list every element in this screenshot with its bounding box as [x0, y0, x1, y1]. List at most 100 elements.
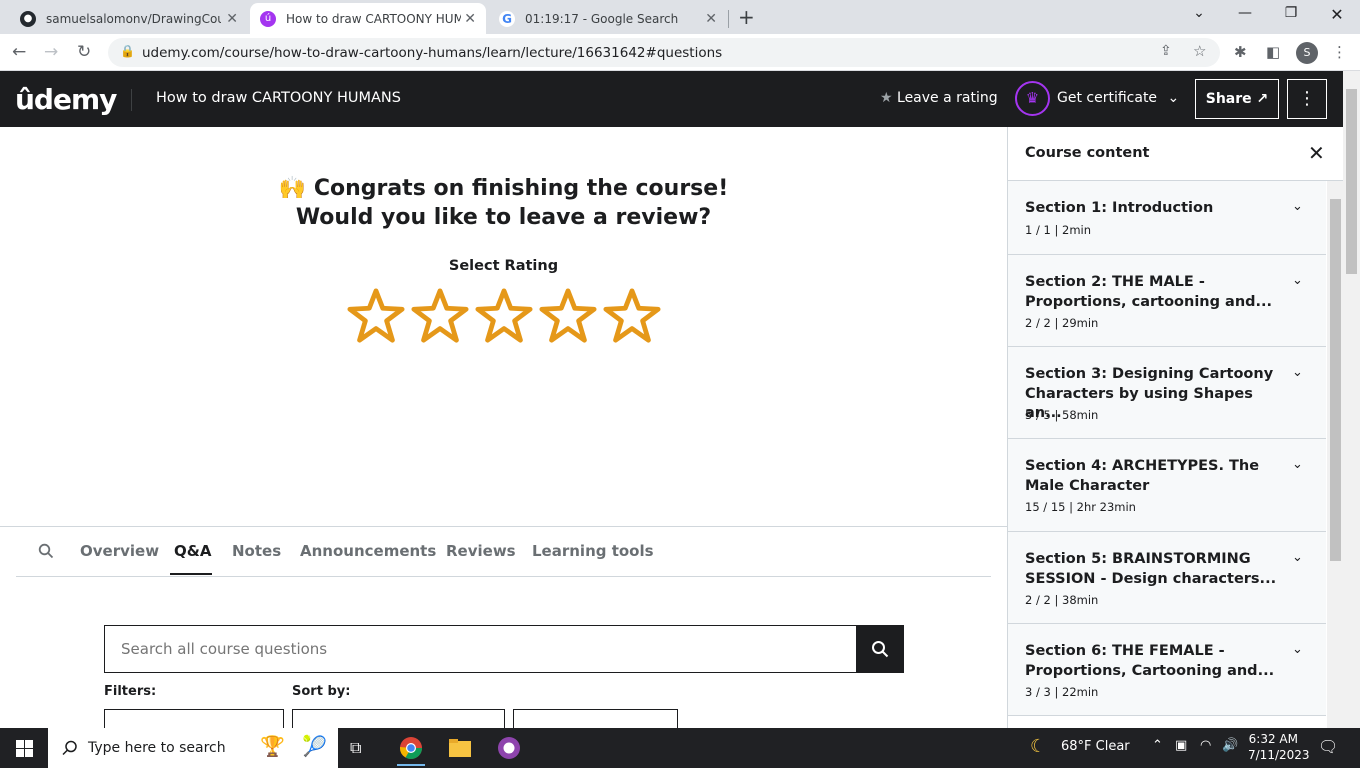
close-window-icon[interactable]: ✕	[1322, 5, 1352, 25]
page-scrollbar[interactable]	[1343, 71, 1360, 728]
browser-toolbar: ← → ↻ 🔒 udemy.com/course/how-to-draw-car…	[0, 34, 1360, 71]
course-title[interactable]: How to draw CARTOONY HUMANS	[156, 90, 401, 106]
qa-search-button[interactable]	[856, 625, 904, 673]
select-rating-label: Select Rating	[448, 258, 559, 274]
reload-icon[interactable]: ↻	[77, 42, 91, 62]
tab-overview[interactable]: Overview	[80, 542, 159, 560]
tab-reviews[interactable]: Reviews	[446, 542, 516, 560]
share-button[interactable]: Share ↗	[1195, 79, 1279, 119]
minimize-window-icon[interactable]: —	[1230, 5, 1260, 25]
congrats-text: Congrats on finishing the course!	[313, 176, 729, 201]
show-hidden-icons-chevron-icon[interactable]: ⌃	[1152, 738, 1163, 753]
leave-rating-button[interactable]: ★ Leave a rating	[880, 90, 998, 106]
more-options-button[interactable]: ⋮	[1287, 79, 1327, 119]
rating-star-1[interactable]	[347, 287, 405, 345]
section-item-6[interactable]: Section 6: THE FEMALE - Proportions, Car…	[1008, 624, 1326, 716]
back-arrow-icon[interactable]: ←	[12, 42, 26, 62]
sidebar-scrollbar[interactable]	[1327, 181, 1343, 728]
search-icon	[62, 740, 77, 756]
taskbar-search-placeholder: Type here to search	[88, 740, 226, 756]
trophy-icon[interactable]: ♛	[1015, 81, 1050, 116]
address-bar[interactable]: 🔒 udemy.com/course/how-to-draw-cartoony-…	[108, 38, 1220, 67]
congrats-line: 🙌 Congrats on finishing the course!	[0, 174, 1007, 203]
extensions-puzzle-icon[interactable]: ✱	[1234, 43, 1247, 61]
file-explorer-taskbar-icon[interactable]	[446, 734, 474, 762]
lock-icon: 🔒	[120, 44, 135, 58]
clock-date: 7/11/2023	[1248, 748, 1310, 762]
github-desktop-taskbar-icon[interactable]	[495, 734, 523, 762]
forward-arrow-icon[interactable]: →	[44, 42, 58, 62]
page-scrollbar-thumb[interactable]	[1346, 89, 1357, 274]
side-panel-icon[interactable]: ◧	[1266, 43, 1280, 61]
taskbar-search-box[interactable]: Type here to search 🏆 🎾	[48, 728, 338, 768]
task-view-icon[interactable]: ⧉	[350, 738, 361, 758]
new-tab-button[interactable]: +	[738, 5, 755, 29]
section-title: Section 1: Introduction	[1025, 200, 1214, 216]
tab-qa[interactable]: Q&A	[174, 542, 211, 560]
profile-avatar[interactable]: S	[1296, 42, 1318, 64]
get-certificate-button[interactable]: Get certificate ⌄	[1057, 90, 1179, 106]
filter-questions-dropdown[interactable]	[513, 709, 678, 728]
rating-star-4[interactable]	[539, 287, 597, 345]
browser-tab-udemy[interactable]: ú How to draw CARTOONY HUMAN ✕	[250, 3, 486, 34]
chevron-down-icon: ⌄	[1292, 457, 1303, 472]
rating-star-2[interactable]	[411, 287, 469, 345]
udemy-logo[interactable]: ûdemy	[15, 83, 117, 116]
section-item-4[interactable]: Section 4: ARCHETYPES. The Male Characte…	[1008, 439, 1326, 532]
sidebar-scrollbar-thumb[interactable]	[1330, 199, 1341, 561]
meet-now-icon[interactable]: ▣	[1175, 738, 1187, 753]
active-app-indicator	[397, 764, 425, 766]
bookmark-star-icon[interactable]: ☆	[1193, 42, 1206, 60]
restore-window-icon[interactable]: ❐	[1276, 5, 1306, 25]
close-sidebar-icon[interactable]: ✕	[1308, 141, 1325, 165]
sort-by-label: Sort by:	[292, 684, 351, 699]
section-meta: 2 / 2 | 38min	[1025, 593, 1099, 607]
chevron-down-icon: ⌄	[1167, 90, 1180, 106]
course-tabs: Overview Q&A Notes Announcements Reviews…	[16, 527, 991, 577]
leave-rating-label: Leave a rating	[897, 90, 998, 106]
tab-search-chevron-icon[interactable]: ⌄	[1184, 5, 1214, 25]
chevron-down-icon: ⌄	[1292, 273, 1303, 288]
section-item-2[interactable]: Section 2: THE MALE - Proportions, carto…	[1008, 255, 1326, 347]
get-certificate-label: Get certificate	[1057, 90, 1158, 106]
close-tab-icon[interactable]: ✕	[705, 11, 717, 27]
sort-dropdown[interactable]	[292, 709, 505, 728]
chrome-taskbar-icon[interactable]	[397, 734, 425, 766]
tab-learning-tools[interactable]: Learning tools	[532, 542, 654, 560]
browser-tab-github[interactable]: ● samuelsalomonv/DrawingCourse ✕	[10, 3, 248, 34]
weather-text[interactable]: 68°F Clear	[1061, 739, 1130, 754]
close-tab-icon[interactable]: ✕	[226, 11, 238, 27]
windows-taskbar: Type here to search 🏆 🎾 ⧉ ☾ 68°F Clear ⌃…	[0, 728, 1360, 768]
browser-menu-icon[interactable]: ⋮	[1332, 43, 1347, 61]
tab-announcements[interactable]: Announcements	[300, 542, 436, 560]
browser-tab-google[interactable]: G 01:19:17 - Google Search ✕	[489, 3, 727, 34]
sidebar-header: Course content ✕	[1008, 127, 1343, 181]
star-icon: ★	[880, 90, 898, 106]
course-content-sidebar: Course content ✕ Section 1: Introduction…	[1007, 127, 1343, 728]
filter-dropdown[interactable]	[104, 709, 284, 728]
search-icon[interactable]	[38, 543, 54, 559]
search-icon	[872, 641, 889, 658]
rating-star-5[interactable]	[603, 287, 661, 345]
chevron-down-icon: ⌄	[1292, 642, 1303, 657]
chrome-icon	[400, 737, 422, 759]
qa-search-box[interactable]	[104, 625, 857, 673]
url-text[interactable]: udemy.com/course/how-to-draw-cartoony-hu…	[142, 45, 722, 61]
network-icon[interactable]: ◠	[1200, 738, 1211, 753]
share-page-icon[interactable]: ⇪	[1160, 43, 1172, 59]
share-label: Share	[1205, 91, 1252, 107]
section-item-3[interactable]: Section 3: Designing Cartoony Characters…	[1008, 347, 1326, 439]
search-highlight-tennis-icon: 🎾	[302, 734, 327, 758]
tab-title: How to draw CARTOONY HUMAN	[286, 11, 461, 26]
tab-divider	[728, 10, 729, 28]
rating-star-3[interactable]	[475, 287, 533, 345]
notifications-icon[interactable]: 🗨	[1318, 737, 1338, 756]
volume-icon[interactable]: 🔊	[1222, 738, 1238, 753]
qa-search-input[interactable]	[121, 640, 821, 658]
close-tab-icon[interactable]: ✕	[464, 11, 476, 27]
section-item-1[interactable]: Section 1: Introduction 1 / 1 | 2min ⌄	[1008, 181, 1326, 255]
tab-notes[interactable]: Notes	[232, 542, 281, 560]
taskbar-clock[interactable]: 6:32 AM 7/11/2023	[1248, 731, 1310, 763]
windows-start-icon[interactable]	[16, 740, 33, 757]
section-item-5[interactable]: Section 5: BRAINSTORMING SESSION - Desig…	[1008, 532, 1326, 624]
